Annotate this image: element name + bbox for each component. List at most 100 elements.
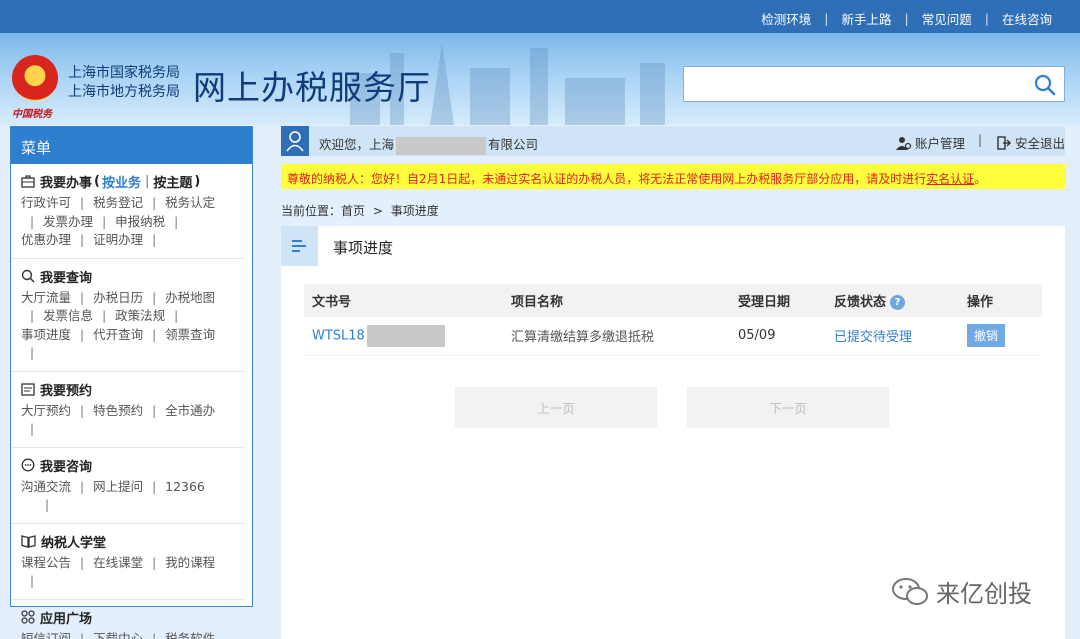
section-title: 我要查询 [40, 270, 93, 286]
cancel-button[interactable]: 撤销 [967, 324, 1006, 348]
menu-item[interactable]: 短信订阅 [21, 630, 71, 639]
search-box [683, 66, 1065, 102]
menu-item[interactable]: 全市通办 [165, 402, 215, 421]
section-title: 纳税人学堂 [41, 535, 107, 551]
list-icon [281, 226, 318, 266]
calendar-icon [21, 383, 35, 396]
menu-item[interactable]: 发票信息 [43, 307, 93, 326]
col-project: 项目名称 [503, 284, 730, 317]
table-row: WTSL18 汇算清缴结算多缴退抵税 05/09 已提交待受理 撤销 [304, 317, 1042, 356]
help-icon[interactable]: ? [890, 295, 906, 310]
breadcrumb-current: 事项进度 [390, 204, 439, 218]
tab-by-topic[interactable]: 按主题 [153, 172, 192, 191]
book-icon [21, 535, 36, 548]
real-name-notice: 尊敬的纳税人：您好！自2月1日起，未通过实名认证的办税人员，将无法正常使用网上办… [281, 164, 1065, 189]
search-icon [21, 269, 35, 283]
link-check-env[interactable]: 检测环境 [761, 9, 811, 28]
link-beginner[interactable]: 新手上路 [842, 9, 892, 28]
breadcrumb-home[interactable]: 首页 [341, 204, 365, 218]
col-date: 受理日期 [730, 284, 826, 317]
project-cell: 汇算清缴结算多缴退抵税 [503, 317, 730, 356]
tax-slogan: 中国税务 [12, 109, 52, 120]
link-online-consult[interactable]: 在线咨询 [1002, 9, 1052, 28]
menu-items: 大厅预约 | 特色预约 | 全市通办 | [21, 402, 216, 437]
menu-item[interactable]: 税务认定 [165, 194, 215, 213]
menu-item[interactable]: 12366 [165, 478, 205, 497]
link-faq[interactable]: 常见问题 [922, 9, 972, 28]
top-links: 检测环境 | 新手上路 | 常见问题 | 在线咨询 [761, 9, 1052, 28]
site-title: 网上办税服务厅 [193, 68, 431, 107]
menu-items: 行政许可 | 税务登记 | 税务认定 | 发票办理 | 申报纳税 | 优惠办理 | 证明办理… [21, 190, 234, 258]
menu-item[interactable]: 优惠办理 [21, 231, 71, 250]
menu-item[interactable]: 办税地图 [165, 289, 215, 308]
welcome-bar: 欢迎您，上海 有限公司 账户管理 | 安全退出 [281, 126, 1065, 156]
panel-title: 事项进度 [333, 239, 394, 257]
menu-item[interactable]: 行政许可 [21, 194, 71, 213]
wechat-watermark: 来亿创投 [890, 574, 1032, 609]
progress-table: 文书号 项目名称 受理日期 反馈状态? 操作 WTSL18 汇算清缴结算多缴退抵… [304, 284, 1042, 356]
menu-item[interactable]: 领票查询 [165, 326, 215, 345]
search-input[interactable] [684, 67, 1014, 101]
menu-item[interactable]: 申报纳税 [115, 213, 165, 232]
header-banner: 中国税务 上海市国家税务局 上海市地方税务局 网上办税服务厅 [0, 33, 1080, 125]
user-icon [286, 131, 304, 152]
next-page-button[interactable]: 下一页 [687, 387, 889, 428]
redacted-doc-no [366, 324, 445, 347]
real-name-auth-link[interactable]: 实名认证 [926, 172, 974, 186]
wechat-icon [892, 577, 928, 605]
menu-item[interactable]: 课程公告 [21, 554, 71, 573]
menu-item[interactable]: 网上提问 [93, 478, 143, 497]
menu-item[interactable]: 特色预约 [93, 402, 143, 421]
action-cell: 撤销 [959, 317, 1042, 356]
national-emblem-icon [12, 55, 58, 101]
redacted-company-name [396, 136, 487, 155]
doc-no-link[interactable]: WTSL18 [312, 328, 365, 343]
col-action: 操作 [959, 284, 1042, 317]
prev-page-button[interactable]: 上一页 [455, 387, 657, 428]
menu-item[interactable]: 办税日历 [93, 289, 143, 308]
menu-item[interactable]: 沟通交流 [21, 478, 71, 497]
menu-items: 课程公告 | 在线课堂 | 我的课程 | [21, 554, 216, 589]
section-title: 我要咨询 [40, 459, 93, 475]
apps-icon [21, 610, 35, 624]
menu-item[interactable]: 代开查询 [93, 326, 143, 345]
menu-section-business: 我要办事 ( 按业务 | 按主题 ) 行政许可 | 税务登记 | 税务认定 | 发票办… [11, 164, 244, 259]
logout-link[interactable]: 安全退出 [997, 133, 1065, 152]
menu-items: 大厅流量 | 办税日历 | 办税地图 | 发票信息 | 政策法规 | 事项进度 | 代开查询… [21, 289, 216, 361]
menu-item[interactable]: 下载中心 [93, 630, 143, 639]
account-management-link[interactable]: 账户管理 [895, 133, 965, 152]
search-icon[interactable] [1034, 74, 1056, 96]
menu-item[interactable]: 我的课程 [165, 554, 215, 573]
menu-item[interactable]: 大厅流量 [21, 289, 71, 308]
breadcrumb: 当前位置：首页 > 事项进度 [281, 204, 439, 218]
menu-title: 菜单 [11, 127, 252, 164]
menu-section-query: 我要查询 大厅流量 | 办税日历 | 办税地图 | 发票信息 | 政策法规 | 事项进度 |… [11, 259, 244, 372]
avatar [281, 126, 309, 156]
account-icon [895, 136, 912, 150]
menu-item[interactable]: 证明办理 [93, 231, 143, 250]
date-cell: 05/09 [730, 317, 826, 356]
logout-icon [997, 135, 1011, 150]
menu-section-consult: 我要咨询 沟通交流 | 网上提问 | 12366 | [11, 448, 244, 524]
bureau-name-2: 上海市地方税务局 [68, 84, 180, 100]
menu-item[interactable]: 税务登记 [93, 194, 143, 213]
menu-items: 短信订阅 | 下载中心 | 税务软件 [21, 626, 234, 639]
section-title: 应用广场 [40, 611, 93, 627]
status-text: 已提交待受理 [834, 330, 913, 346]
doc-no-cell: WTSL18 [304, 317, 503, 356]
menu-item[interactable]: 事项进度 [21, 326, 71, 345]
col-doc-no: 文书号 [304, 284, 503, 317]
menu-item[interactable]: 在线课堂 [93, 554, 143, 573]
menu-item[interactable]: 税务软件 [165, 630, 215, 639]
section-title: 我要办事 [40, 176, 93, 191]
watermark-text: 来亿创投 [936, 580, 1032, 608]
menu-item[interactable]: 大厅预约 [21, 402, 71, 421]
bureau-name-1: 上海市国家税务局 [68, 65, 180, 81]
panel-header: 事项进度 [281, 226, 1065, 266]
section-title: 我要预约 [40, 383, 93, 399]
menu-item[interactable]: 政策法规 [115, 307, 165, 326]
briefcase-icon [21, 175, 35, 188]
tab-by-business[interactable]: 按业务 [102, 172, 141, 191]
menu-items: 沟通交流 | 网上提问 | 12366 | [21, 478, 205, 513]
menu-item[interactable]: 发票办理 [43, 213, 93, 232]
